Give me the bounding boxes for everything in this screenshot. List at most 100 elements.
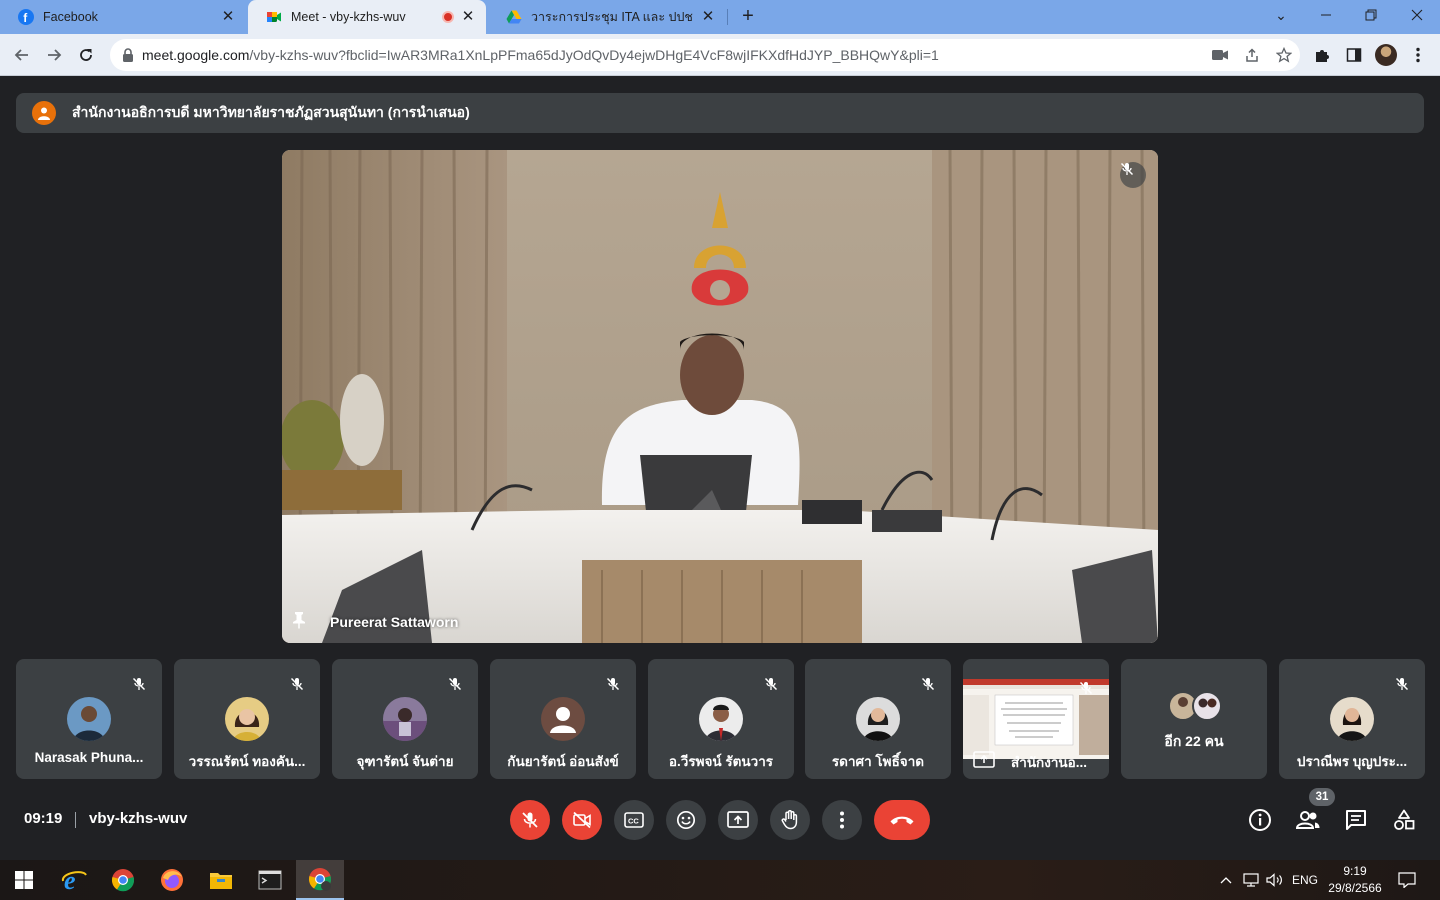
avatar [225, 697, 269, 741]
reactions-button[interactable] [666, 800, 706, 840]
leave-call-button[interactable] [874, 800, 930, 840]
pin-icon[interactable] [292, 611, 312, 633]
mic-off-icon [444, 673, 466, 695]
more-options-button[interactable] [822, 800, 862, 840]
recording-indicator-icon [442, 11, 454, 23]
speaker-name: Pureerat Sattaworn [330, 614, 459, 630]
grouped-avatars [1168, 691, 1224, 721]
people-button[interactable] [1294, 806, 1322, 834]
url-text: meet.google.com/vby-kzhs-wuv?fbclid=IwAR… [142, 47, 939, 63]
network-icon[interactable] [1240, 860, 1262, 900]
participant-tile[interactable]: วรรณรัตน์ ทองคัน... [174, 659, 320, 779]
tab-google-drive-pdf[interactable]: วาระการประชุม ITA และ ปปช.67.pdf - ✕ [488, 0, 726, 34]
volume-icon[interactable] [1264, 860, 1286, 900]
presentation-tile[interactable]: สำนักงานอ... [963, 659, 1109, 779]
tray-overflow-chevron-icon[interactable] [1216, 860, 1236, 900]
close-tab-icon[interactable]: ✕ [700, 9, 716, 25]
presentation-title: สำนักงานอธิการบดี มหาวิทยาลัยราชภัฏสวนสุ… [72, 104, 470, 120]
svg-text:CC: CC [628, 817, 639, 826]
participant-tile[interactable]: รดาศา โพธิ์จาด [805, 659, 951, 779]
mic-off-icon [1120, 162, 1146, 188]
bookmark-star-icon[interactable] [1268, 39, 1300, 71]
avatar [383, 697, 427, 741]
chrome-icon[interactable] [99, 860, 147, 900]
extensions-puzzle-icon[interactable] [1309, 42, 1335, 68]
camera-off-icon [573, 811, 591, 829]
mic-off-icon [1075, 677, 1097, 699]
hang-up-icon [890, 816, 914, 825]
participant-name: วรรณรัตน์ ทองคัน... [188, 754, 306, 769]
tab-title: Facebook [43, 10, 98, 24]
input-language[interactable]: ENG [1290, 860, 1320, 900]
reload-icon [80, 49, 92, 61]
mic-toggle-button[interactable] [510, 800, 550, 840]
new-tab-button[interactable]: + [737, 6, 759, 28]
participant-tile[interactable]: อ.วีรพจน์ รัตนวาร [648, 659, 794, 779]
minimize-window-button[interactable] [1303, 0, 1349, 30]
close-tab-icon[interactable]: ✕ [220, 9, 236, 25]
mic-off-icon [917, 673, 939, 695]
closed-captions-icon: CC [624, 812, 644, 828]
side-panel-icon[interactable] [1341, 42, 1367, 68]
mic-off-icon [128, 673, 150, 695]
close-window-button[interactable] [1394, 0, 1440, 30]
share-icon[interactable] [1236, 39, 1268, 71]
system-date: 29/8/2566 [1328, 881, 1382, 895]
reload-button[interactable] [74, 43, 98, 67]
avatar [1330, 697, 1374, 741]
participant-name: จุฑารัตน์ จันต่าย [356, 754, 454, 769]
browser-toolbar: meet.google.com/vby-kzhs-wuv?fbclid=IwAR… [0, 34, 1440, 76]
lock-icon [123, 48, 133, 62]
forward-button[interactable] [42, 43, 66, 67]
more-vert-icon [840, 811, 844, 829]
chat-button[interactable] [1342, 806, 1370, 834]
activities-button[interactable] [1390, 806, 1418, 834]
participant-tile[interactable]: กันยารัตน์ อ่อนสังข์ [490, 659, 636, 779]
captions-button[interactable]: CC [614, 800, 654, 840]
camera-in-use-icon[interactable] [1204, 39, 1236, 71]
system-clock[interactable]: 9:19 29/8/2566 [1322, 863, 1388, 897]
participant-tile[interactable]: ปราณีพร บุญประ... [1279, 659, 1425, 779]
terminal-icon[interactable] [246, 860, 294, 900]
svg-text:f: f [23, 11, 28, 25]
restore-window-button[interactable] [1348, 0, 1394, 30]
tab-google-meet[interactable]: Meet - vby-kzhs-wuv ✕ [248, 0, 486, 34]
present-now-button[interactable] [718, 800, 758, 840]
windows-taskbar: e ENG 9:19 29/8/2566 [0, 860, 1440, 900]
mic-off-icon [522, 812, 538, 828]
address-bar[interactable]: meet.google.com/vby-kzhs-wuv?fbclid=IwAR… [110, 39, 1300, 71]
participant-name: อ.วีรพจน์ รัตนวาร [668, 754, 774, 769]
browser-menu-icon[interactable] [1405, 42, 1431, 68]
raise-hand-button[interactable] [770, 800, 810, 840]
tab-search-chevron-icon[interactable]: ⌄ [1258, 0, 1304, 30]
emoji-icon [676, 810, 696, 830]
profile-avatar[interactable] [1373, 42, 1399, 68]
tab-title: วาระการประชุม ITA และ ปปช.67.pdf - [531, 10, 694, 24]
mic-off-icon [602, 673, 624, 695]
internet-explorer-icon[interactable]: e [50, 860, 98, 900]
firefox-icon[interactable] [148, 860, 196, 900]
windows-start-icon[interactable] [0, 860, 48, 900]
chat-icon [1346, 810, 1366, 830]
back-button[interactable] [10, 43, 34, 67]
chrome-active-window-icon[interactable] [296, 860, 344, 900]
avatar [699, 697, 743, 741]
meeting-code: vby-kzhs-wuv [89, 810, 188, 827]
browser-tab-strip: f Facebook ✕ Meet - vby-kzhs-wuv ✕ วาระก… [0, 0, 1440, 34]
system-time: 9:19 [1343, 864, 1367, 878]
camera-toggle-button[interactable] [562, 800, 602, 840]
close-tab-icon[interactable]: ✕ [460, 9, 476, 25]
file-explorer-icon[interactable] [197, 860, 245, 900]
participant-tile[interactable]: จุฑารัตน์ จันต่าย [332, 659, 478, 779]
main-video-tile[interactable]: Pureerat Sattaworn [282, 150, 1158, 643]
more-participants-tile[interactable]: อีก 22 คน [1121, 659, 1267, 779]
meeting-clock: 09:19 [24, 810, 63, 827]
meeting-details-button[interactable] [1246, 806, 1274, 834]
tab-facebook[interactable]: f Facebook ✕ [0, 0, 246, 34]
person-icon [38, 107, 50, 120]
presenter-avatar [32, 101, 56, 125]
tab-separator [727, 9, 728, 25]
participant-name: Narasak Phuna... [34, 750, 144, 765]
participant-tile[interactable]: Narasak Phuna... [16, 659, 162, 779]
notifications-icon[interactable] [1394, 860, 1420, 900]
